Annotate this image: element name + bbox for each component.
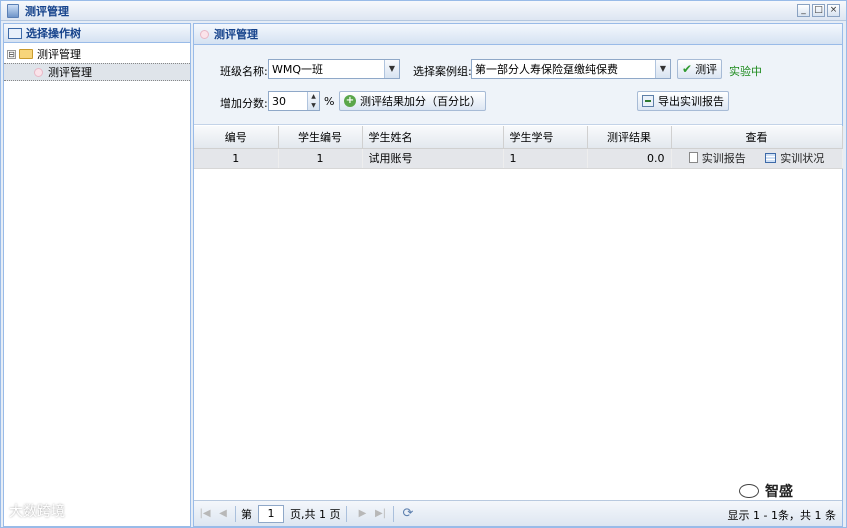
check-icon: ✔ (682, 62, 693, 76)
first-page-icon[interactable]: |◀ (198, 507, 212, 521)
column-header-student-no[interactable]: 学生编号 (278, 126, 363, 149)
cell-student-no: 1 (278, 148, 363, 169)
tree-node-parent[interactable]: ⊟ 测评管理 (4, 45, 190, 63)
prev-page-icon[interactable]: ◀ (216, 507, 230, 521)
add-score-stepper[interactable]: 30 ▲ ▼ (268, 91, 320, 111)
window-title: 测评管理 (25, 4, 69, 18)
leaf-icon (34, 67, 43, 77)
training-status-label: 实训状况 (780, 152, 825, 166)
paging-toolbar: |◀ ◀ 第 1 页,共 1 页 ▶ ▶| ⟳ 显示 1 - 1条，共 1 条 (194, 500, 842, 526)
tree-node-parent-label: 测评管理 (37, 48, 81, 61)
app-icon (7, 3, 19, 18)
maximize-button[interactable]: □ (812, 4, 825, 17)
page-prefix: 第 (241, 507, 252, 521)
main-panel-header: 测评管理 (194, 24, 842, 45)
close-button[interactable]: × (827, 4, 840, 17)
stepper-arrows-icon[interactable]: ▲ ▼ (307, 92, 319, 110)
watermark-right-text: 智盛 (765, 484, 793, 500)
case-group-label: 选择案例组: (413, 65, 472, 78)
column-header-id[interactable]: 编号 (194, 126, 279, 149)
cell-result: 0.0 (587, 148, 672, 169)
training-report-link[interactable]: 实训报告 (688, 150, 746, 166)
training-status-link[interactable]: 实训状况 (765, 150, 824, 166)
leaf-icon (200, 29, 209, 39)
percent-sign: % (324, 95, 335, 108)
window-controls: _ □ × (797, 4, 840, 17)
tree-panel-title: 选择操作树 (26, 27, 81, 40)
class-name-select[interactable]: WMQ一班 ▼ (268, 59, 400, 79)
export-report-button[interactable]: 导出实训报告 (637, 91, 729, 111)
app-window: 测评管理 _ □ × 选择操作树 ⊟ 测评管理 测评管理 测评管理 班级名称: … (0, 0, 847, 528)
title-bar: 测评管理 _ □ × (1, 1, 846, 21)
tree-node-evaluation[interactable]: 测评管理 (4, 63, 190, 81)
evaluate-button[interactable]: ✔ 测评 (677, 59, 723, 79)
refresh-icon[interactable]: ⟳ (403, 506, 414, 521)
class-name-label: 班级名称: (220, 65, 268, 78)
chevron-down-icon[interactable]: ▼ (655, 60, 670, 78)
chevron-down-icon[interactable]: ▼ (384, 60, 399, 78)
case-group-select[interactable]: 第一部分人寿保险趸缴纯保费 ▼ (471, 59, 671, 79)
watermark-right: 智盛 (739, 481, 793, 501)
folder-open-icon (19, 49, 33, 59)
evaluate-button-label: 测评 (695, 63, 718, 76)
table-icon (765, 153, 777, 164)
student-grid: 编号 学生编号 学生姓名 学生学号 测评结果 查看 1 1 试用账号 1 0.0 (194, 126, 843, 500)
main-panel-title: 测评管理 (214, 28, 258, 41)
filter-form: 班级名称: WMQ一班 ▼ 选择案例组: 第一部分人寿保险趸缴纯保费 ▼ ✔ 测… (194, 45, 842, 125)
paging-info: 显示 1 - 1条，共 1 条 (727, 509, 836, 522)
tree-node-evaluation-label: 测评管理 (48, 66, 92, 79)
last-page-icon[interactable]: ▶| (374, 507, 388, 521)
experiment-status: 实验中 (729, 65, 762, 78)
table-row[interactable]: 1 1 试用账号 1 0.0 实训报告 实训状况 (194, 148, 843, 169)
table-header-row: 编号 学生编号 学生姓名 学生学号 测评结果 查看 (194, 126, 843, 149)
next-page-icon[interactable]: ▶ (356, 507, 370, 521)
add-percent-score-button[interactable]: + 测评结果加分（百分比） (339, 91, 486, 111)
export-icon (642, 95, 654, 107)
operation-tree-panel: 选择操作树 ⊟ 测评管理 测评管理 (3, 23, 191, 527)
add-score-label: 增加分数: (220, 97, 268, 110)
page-suffix: 页,共 1 页 (290, 507, 341, 521)
collapse-icon[interactable]: ⊟ (7, 49, 16, 59)
tree-panel-header: 选择操作树 (4, 24, 190, 43)
watermark-left-text: 大数跨境 (9, 504, 65, 520)
watermark-left: 大数跨境 (9, 501, 65, 521)
column-header-student-name[interactable]: 学生姓名 (362, 126, 504, 149)
cell-id: 1 (194, 148, 279, 169)
operation-tree: ⊟ 测评管理 测评管理 (4, 43, 190, 81)
evaluation-panel: 测评管理 班级名称: WMQ一班 ▼ 选择案例组: 第一部分人寿保险趸缴纯保费 … (193, 23, 843, 527)
cell-student-name: 试用账号 (362, 148, 504, 169)
export-report-label: 导出实训报告 (658, 95, 724, 108)
column-header-student-number[interactable]: 学生学号 (503, 126, 588, 149)
cell-student-number: 1 (503, 148, 588, 169)
wechat-icon (739, 484, 759, 498)
minimize-button[interactable]: _ (797, 4, 810, 17)
book-icon (8, 27, 22, 39)
cell-view-actions: 实训报告 实训状况 (671, 148, 843, 169)
plus-circle-icon: + (344, 95, 356, 107)
class-name-value: WMQ一班 (272, 63, 324, 76)
toolbar-separator (235, 505, 236, 522)
add-percent-score-label: 测评结果加分（百分比） (360, 95, 481, 108)
document-icon (688, 152, 698, 164)
column-header-result[interactable]: 测评结果 (587, 126, 672, 149)
training-report-label: 实训报告 (701, 151, 746, 165)
column-header-view[interactable]: 查看 (671, 126, 843, 149)
add-score-value: 30 (272, 94, 286, 108)
case-group-value: 第一部分人寿保险趸缴纯保费 (475, 63, 618, 76)
toolbar-separator (392, 505, 394, 522)
toolbar-separator (345, 505, 347, 522)
page-number-input[interactable]: 1 (258, 504, 284, 523)
student-table: 编号 学生编号 学生姓名 学生学号 测评结果 查看 1 1 试用账号 1 0.0 (194, 126, 843, 169)
